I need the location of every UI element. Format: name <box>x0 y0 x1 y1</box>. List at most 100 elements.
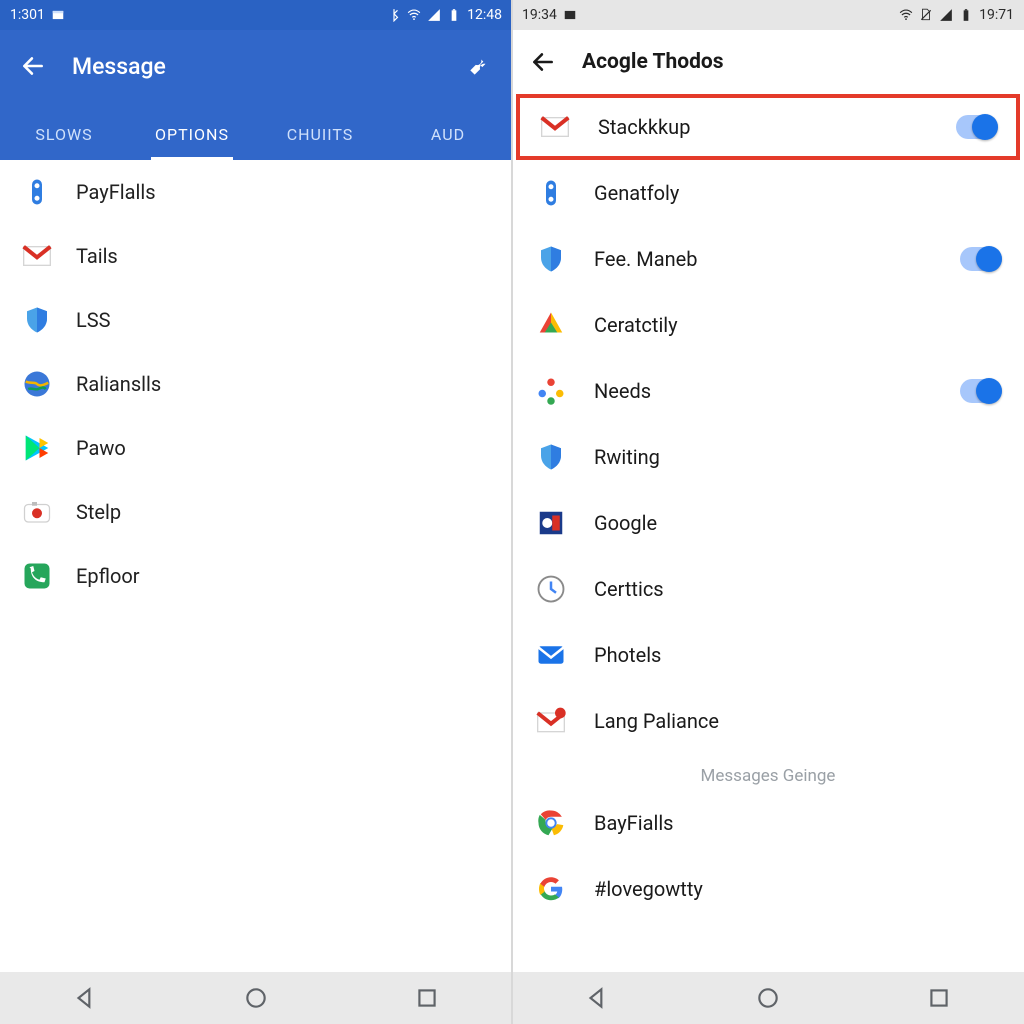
list-item-label: Genatfoly <box>594 181 1002 205</box>
bluetooth-icon <box>387 8 401 22</box>
nav-home-icon[interactable] <box>755 985 781 1011</box>
wifi-icon <box>407 8 421 22</box>
nav-recent-icon[interactable] <box>926 985 952 1011</box>
android-nav-bar <box>0 972 512 1024</box>
nav-recent-icon[interactable] <box>414 985 440 1011</box>
battery-icon <box>447 8 461 22</box>
list-item[interactable]: Certtics <box>512 556 1024 622</box>
phone-icon <box>20 559 54 593</box>
blueovals-icon <box>534 176 568 210</box>
no-sim-icon <box>919 8 933 22</box>
list-item-label: PayFlalls <box>76 180 156 204</box>
list-item-label: Google <box>594 511 1002 535</box>
list-item-label: Rwiting <box>594 445 1002 469</box>
list-item-label: Stelp <box>76 500 121 524</box>
tab-slows[interactable]: SLOWS <box>0 125 128 160</box>
gcolor-icon <box>534 872 568 906</box>
play-icon <box>20 431 54 465</box>
toggle-switch[interactable] <box>956 115 998 139</box>
list-item[interactable]: Rwiting <box>512 424 1024 490</box>
left-screenshot: 1:301 12:48 Message SLOWS OPTIONS CHUIIT… <box>0 0 512 1024</box>
wifi-icon <box>899 8 913 22</box>
list-item-label: Pawo <box>76 436 126 460</box>
colordots-icon <box>534 374 568 408</box>
status-time-right: 19:71 <box>979 7 1014 23</box>
tab-chuiits[interactable]: CHUIITS <box>256 125 384 160</box>
list-item-label: Photels <box>594 643 1002 667</box>
list-item[interactable]: Pawo <box>0 416 512 480</box>
list-item[interactable]: Tails <box>0 224 512 288</box>
app-bar: Message <box>0 30 512 102</box>
options-list[interactable]: PayFlalls Tails LSS Ralianslls Pawo Stelp Epfl… <box>0 160 512 972</box>
envelope-icon <box>534 638 568 672</box>
list-item-label: Stackkkup <box>598 115 956 139</box>
wrench-icon[interactable] <box>466 53 492 79</box>
list-item[interactable]: Ralianslls <box>0 352 512 416</box>
chrome-icon <box>534 806 568 840</box>
window-icon <box>563 8 577 22</box>
mailbadge-icon <box>534 704 568 738</box>
flag-icon <box>534 506 568 540</box>
app-bar: Acogle Thodos <box>512 30 1024 94</box>
status-time-left: 1:301 <box>10 7 45 23</box>
toggle-switch[interactable] <box>960 379 1002 403</box>
status-time-right: 12:48 <box>467 7 502 23</box>
list-item[interactable]: Stelp <box>0 480 512 544</box>
tab-options[interactable]: OPTIONS <box>128 125 256 160</box>
android-nav-bar <box>512 972 1024 1024</box>
list-item[interactable]: Google <box>512 490 1024 556</box>
chrome3-icon <box>534 308 568 342</box>
page-title: Acogle Thodos <box>582 50 724 74</box>
signal-icon <box>939 8 953 22</box>
list-item[interactable]: Lang Paliance <box>512 688 1024 754</box>
gmail-icon <box>538 110 572 144</box>
shield-icon <box>534 242 568 276</box>
list-item[interactable]: Genatfoly <box>512 160 1024 226</box>
list-item[interactable]: Photels <box>512 622 1024 688</box>
list-item-label: Fee. Maneb <box>594 247 960 271</box>
list-caption: Messages Geinge <box>512 754 1024 790</box>
list-item[interactable]: Needs <box>512 358 1024 424</box>
list-item[interactable]: Fee. Maneb <box>512 226 1024 292</box>
tab-aud[interactable]: AUD <box>384 125 512 160</box>
list-item-label: Ceratctily <box>594 313 1002 337</box>
globe-icon <box>20 367 54 401</box>
list-item[interactable]: #lovegowtty <box>512 856 1024 922</box>
page-title: Message <box>72 53 466 80</box>
toggle-switch[interactable] <box>960 247 1002 271</box>
list-item-label: Lang Paliance <box>594 709 1002 733</box>
settings-list[interactable]: Stackkkup Genatfoly Fee. Maneb Ceratctily Ne… <box>512 94 1024 972</box>
status-bar: 1:301 12:48 <box>0 0 512 30</box>
list-item[interactable]: LSS <box>0 288 512 352</box>
status-time-left: 19:34 <box>522 7 557 23</box>
list-item-label: BayFialls <box>594 811 1002 835</box>
nav-back-icon[interactable] <box>584 985 610 1011</box>
shield-icon <box>534 440 568 474</box>
nav-home-icon[interactable] <box>243 985 269 1011</box>
list-item[interactable]: PayFlalls <box>0 160 512 224</box>
list-item[interactable]: Ceratctily <box>512 292 1024 358</box>
back-icon[interactable] <box>530 49 556 75</box>
shield-icon <box>20 303 54 337</box>
back-icon[interactable] <box>20 53 46 79</box>
nav-back-icon[interactable] <box>72 985 98 1011</box>
right-screenshot: 19:34 19:71 Acogle Thodos Stackkkup Genat… <box>512 0 1024 1024</box>
gmail-icon <box>20 239 54 273</box>
tab-bar: SLOWS OPTIONS CHUIITS AUD <box>0 102 512 160</box>
list-item-label: Certtics <box>594 577 1002 601</box>
camera-icon <box>20 495 54 529</box>
vertical-divider <box>511 0 513 1024</box>
clock-icon <box>534 572 568 606</box>
list-item-label: Needs <box>594 379 960 403</box>
status-bar: 19:34 19:71 <box>512 0 1024 30</box>
list-item[interactable]: BayFialls <box>512 790 1024 856</box>
list-item[interactable]: Stackkkup <box>516 94 1020 160</box>
blueovals-icon <box>20 175 54 209</box>
list-item[interactable]: Epfloor <box>0 544 512 608</box>
window-icon <box>51 8 65 22</box>
list-item-label: Ralianslls <box>76 372 161 396</box>
list-item-label: LSS <box>76 308 111 332</box>
list-item-label: Epfloor <box>76 564 140 588</box>
list-item-label: Tails <box>76 244 118 268</box>
signal-icon <box>427 8 441 22</box>
